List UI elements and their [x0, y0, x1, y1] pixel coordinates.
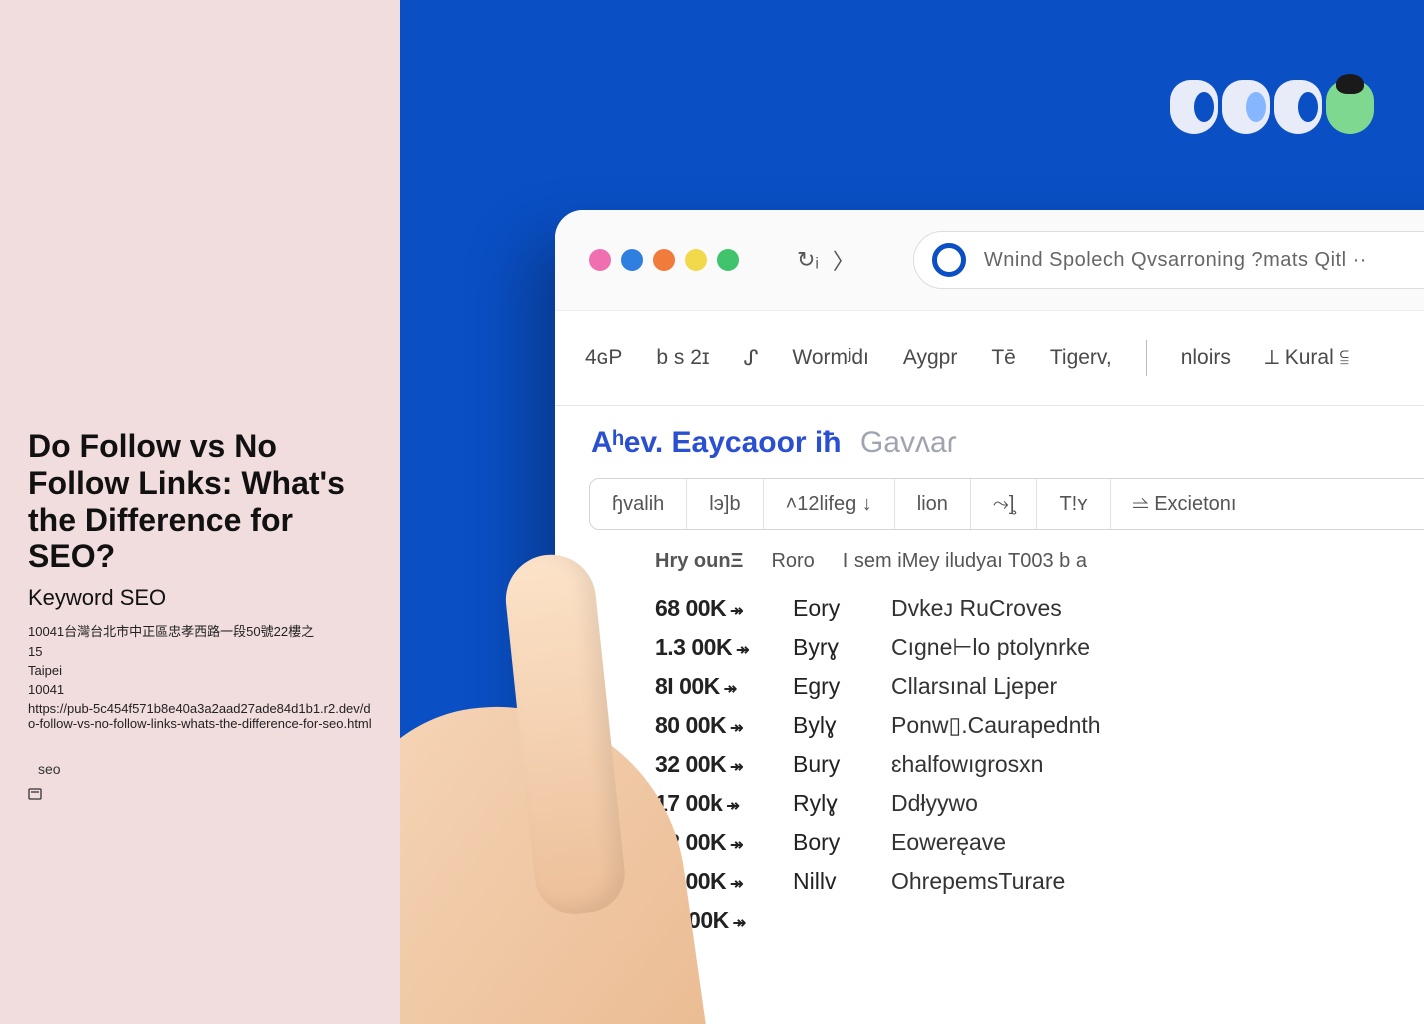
- meta-address-1: 10041台灣台北市中正區忠孝西路一段50號22樓之: [28, 621, 372, 640]
- tab-item[interactable]: 4ɢР: [585, 346, 622, 370]
- reload-icon[interactable]: ↻ᵢ: [797, 247, 819, 273]
- tag-seo[interactable]: seo: [28, 759, 71, 779]
- info-a: Hry ounΞ: [655, 550, 743, 573]
- share-icon[interactable]: [28, 787, 42, 799]
- article-sidebar: Do Follow vs No Follow Links: What's the…: [0, 0, 400, 1024]
- filter-pill[interactable]: ˄12lifeg ↓: [764, 479, 895, 529]
- window-titlebar: ↻ᵢ 〉 Wnind Spolech Qvsarroning ?mats Qit…: [555, 210, 1424, 310]
- hero-illustration: ↻ᵢ 〉 Wnind Spolech Qvsarroning ?mats Qit…: [400, 0, 1424, 1024]
- filter-pill[interactable]: ⤳]̧: [971, 479, 1038, 529]
- keyword-row[interactable]: 32 00K↠ Bury ɛhalfowıgrosxn: [655, 745, 1424, 784]
- row-code: Bury: [793, 751, 863, 778]
- meta-postcode: 10041: [28, 682, 372, 697]
- row-code: Eory: [793, 595, 863, 622]
- heading-sub: Gavʌaɾ: [860, 426, 957, 459]
- result-tabs: 4ɢР b s 2ɪ ᔑ Wormʲdı Aygpr Тē Tigerv, nl…: [555, 310, 1424, 406]
- row-desc: Cıgne⊢lo ptolynrke: [891, 634, 1090, 661]
- keyword-row[interactable]: 8E 00K↠: [655, 901, 1424, 940]
- keyword-row[interactable]: 80 00K↠ Nillv OhrepemsTurare: [655, 862, 1424, 901]
- traffic-dot[interactable]: [621, 249, 643, 271]
- tab-item[interactable]: Tigerv,: [1050, 346, 1112, 370]
- keyword-row[interactable]: 80 00K↠ Bylɣ Ponw▯.Caurapednth: [655, 706, 1424, 745]
- row-volume: 32 00K↠: [655, 829, 765, 856]
- keyword-row[interactable]: 1.3 00K↠ Byrɣ Cıgne⊢lo ptolynrke: [655, 628, 1424, 667]
- row-desc: Ponw▯.Caurapednth: [891, 712, 1101, 739]
- traffic-lights: [589, 249, 739, 271]
- address-bar-text: Wnind Spolech Qvsarroning ?mats Qitl ··: [984, 249, 1367, 272]
- meta-address-2: 15: [28, 644, 372, 659]
- row-code: Nillv: [793, 868, 863, 895]
- brand-glyphs: [1170, 80, 1374, 134]
- traffic-dot[interactable]: [653, 249, 675, 271]
- keyword-row[interactable]: 17 00k↠ Rylɣ Ddłyywo: [655, 784, 1424, 823]
- keyword-rows: 68 00K↠ Eory Dvkeᴊ RuCroves 1.3 00K↠ Byrɣ Cıg…: [555, 585, 1424, 944]
- traffic-dot[interactable]: [717, 249, 739, 271]
- filter-pill[interactable]: lion: [895, 479, 971, 529]
- tab-item[interactable]: b s 2ɪ: [656, 346, 709, 370]
- heading-main: Aʰev. Eaycaoor iħ: [591, 426, 842, 459]
- keyword-row[interactable]: 32 00K↠ Bory Eoweręave: [655, 823, 1424, 862]
- keyword-row[interactable]: 8I 00K↠ Egry Cllarsınal Ljeper: [655, 667, 1424, 706]
- row-code: Bylɣ: [793, 712, 863, 739]
- row-desc: Ddłyywo: [891, 790, 978, 817]
- info-c: I sem iMey iludyaı T003 b a: [843, 550, 1087, 573]
- traffic-dot[interactable]: [685, 249, 707, 271]
- keyword-row[interactable]: 68 00K↠ Eory Dvkeᴊ RuCroves: [655, 589, 1424, 628]
- row-code: Bory: [793, 829, 863, 856]
- row-volume: 8E 00K↠: [655, 907, 765, 934]
- brand-glyph: [1170, 80, 1218, 134]
- tab-separator: [1146, 340, 1147, 376]
- browser-window: ↻ᵢ 〉 Wnind Spolech Qvsarroning ?mats Qit…: [555, 210, 1424, 1024]
- tab-item[interactable]: nloirs: [1181, 346, 1231, 370]
- tab-item[interactable]: Aygpr: [903, 346, 957, 370]
- row-volume: 80 00K↠: [655, 712, 765, 739]
- tab-item[interactable]: ᔑ: [743, 346, 758, 371]
- tab-item[interactable]: Тē: [991, 346, 1016, 370]
- filter-pill[interactable]: ɧvalih: [590, 479, 687, 529]
- info-b: Roro: [771, 550, 814, 573]
- forward-icon[interactable]: 〉: [833, 244, 855, 276]
- tab-item[interactable]: Wormʲdı: [792, 346, 868, 370]
- row-volume: 80 00K↠: [655, 868, 765, 895]
- row-code: Byrɣ: [793, 634, 863, 661]
- article-subtitle: Keyword SEO: [28, 585, 372, 611]
- nav-history: ↻ᵢ 〉: [797, 244, 855, 276]
- row-code: Rylɣ: [793, 790, 863, 817]
- address-bar[interactable]: Wnind Spolech Qvsarroning ?mats Qitl ··: [913, 231, 1424, 289]
- meta-city: Taipei: [28, 663, 372, 678]
- row-code: Egry: [793, 673, 863, 700]
- row-volume: 1.3 00K↠: [655, 634, 765, 661]
- results-info: Hry ounΞ Roro I sem iMey iludyaı T003 b …: [555, 544, 1424, 585]
- article-title: Do Follow vs No Follow Links: What's the…: [28, 428, 372, 575]
- filter-pill[interactable]: ⥬ Excietonı: [1111, 479, 1259, 529]
- filter-pill[interactable]: T!ʏ: [1037, 479, 1110, 529]
- filter-pill[interactable]: lэ]b: [687, 479, 763, 529]
- row-desc: OhrepemsTurare: [891, 868, 1065, 895]
- search-engine-icon: [932, 243, 966, 277]
- filter-bar: ɧvalih lэ]b ˄12lifeg ↓ lion ⤳]̧ T!ʏ ⥬ Ex…: [589, 478, 1424, 530]
- brand-glyph: [1274, 80, 1322, 134]
- row-desc: ɛhalfowıgrosxn: [891, 751, 1043, 778]
- row-desc: Dvkeᴊ RuCroves: [891, 595, 1062, 622]
- row-volume: 68 00K↠: [655, 595, 765, 622]
- row-volume: 32 00K↠: [655, 751, 765, 778]
- row-volume: 8I 00K↠: [655, 673, 765, 700]
- row-volume: 17 00k↠: [655, 790, 765, 817]
- brand-glyph: [1326, 80, 1374, 134]
- traffic-dot[interactable]: [589, 249, 611, 271]
- row-desc: Eoweręave: [891, 829, 1006, 856]
- meta-url[interactable]: https://pub-5c454f571b8e40a3a2aad27ade84…: [28, 701, 372, 731]
- brand-glyph: [1222, 80, 1270, 134]
- tab-item[interactable]: ⟂ Kural ⫅: [1265, 346, 1349, 370]
- results-heading: Aʰev. Eaycaoor iħ Gavʌaɾ: [555, 406, 1424, 470]
- row-desc: Cllarsınal Ljeper: [891, 673, 1057, 700]
